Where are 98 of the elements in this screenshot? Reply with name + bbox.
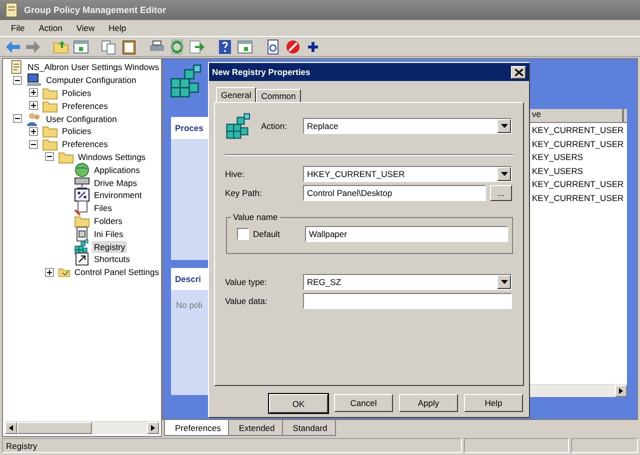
dialog-tab[interactable]: General bbox=[216, 87, 256, 102]
app-icon bbox=[4, 2, 20, 18]
key-path-field[interactable]: Control Panel\Desktop bbox=[303, 185, 486, 201]
right-arrow-icon bbox=[151, 425, 155, 431]
export-icon[interactable] bbox=[188, 38, 204, 54]
list-row[interactable]: KEY_USERS bbox=[528, 152, 627, 166]
action-dropdown[interactable]: Replace bbox=[303, 118, 512, 134]
view-tab[interactable]: Standard bbox=[282, 420, 336, 436]
scrollbar-thumb[interactable] bbox=[17, 422, 92, 434]
collapse-icon[interactable] bbox=[13, 76, 22, 85]
expand-icon[interactable] bbox=[29, 101, 38, 110]
tree-item[interactable]: Control Panel Settings bbox=[72, 266, 161, 278]
tree-item[interactable]: Preferences bbox=[60, 100, 110, 112]
folder-up-icon[interactable] bbox=[52, 38, 68, 54]
status-pane bbox=[571, 438, 638, 453]
registry-icon bbox=[225, 112, 253, 140]
tree-item[interactable]: Windows Settings bbox=[76, 150, 148, 163]
ini-file-icon bbox=[74, 226, 90, 242]
menu-item[interactable]: View bbox=[69, 23, 102, 33]
list-row[interactable]: KEY_CURRENT_USER bbox=[528, 192, 627, 207]
window-title: Group Policy Management Editor bbox=[24, 5, 166, 15]
dialog-button[interactable]: Help bbox=[464, 394, 523, 412]
list-row[interactable]: KEY_CURRENT_USER bbox=[528, 179, 627, 193]
tree-item[interactable]: Preferences bbox=[60, 138, 110, 150]
expand-icon[interactable] bbox=[45, 268, 54, 277]
shortcut-icon bbox=[74, 251, 90, 268]
computer-icon bbox=[26, 72, 42, 88]
dialog-button[interactable]: Cancel bbox=[334, 394, 393, 412]
environment-icon bbox=[74, 187, 90, 204]
list-row[interactable]: KEY_USERS bbox=[528, 166, 627, 180]
copy-icon[interactable] bbox=[100, 38, 116, 54]
help-icon[interactable] bbox=[216, 38, 232, 54]
default-checkbox[interactable] bbox=[237, 228, 249, 240]
console-tree-icon[interactable] bbox=[72, 38, 88, 54]
right-arrow-icon bbox=[619, 388, 623, 394]
tree-item[interactable]: Computer Configuration bbox=[44, 74, 138, 86]
globe-icon bbox=[74, 162, 90, 178]
tree-item[interactable]: Folders bbox=[92, 214, 124, 227]
view-tab[interactable]: Extended bbox=[228, 420, 284, 436]
group-legend: Value name bbox=[231, 212, 280, 222]
field-label: Key Path: bbox=[225, 188, 263, 198]
tree-item[interactable]: Registry bbox=[92, 240, 128, 253]
value-name-field[interactable]: Wallpaper bbox=[305, 226, 508, 242]
dialog-button[interactable]: OK bbox=[269, 394, 328, 413]
list-row[interactable]: KEY_CURRENT_USER bbox=[528, 125, 627, 139]
card-title: Descri bbox=[175, 274, 201, 284]
collapse-icon[interactable] bbox=[45, 152, 54, 162]
field-label: Value data: bbox=[225, 296, 268, 306]
hive-dropdown[interactable]: HKEY_CURRENT_USER bbox=[303, 166, 512, 182]
pane-icon[interactable] bbox=[236, 38, 252, 54]
value-type-dropdown[interactable]: REG_SZ bbox=[303, 274, 512, 290]
browse-button[interactable]: ... bbox=[490, 185, 512, 201]
tree-item[interactable]: Environment bbox=[92, 189, 144, 202]
field-label: Value type: bbox=[225, 277, 268, 287]
card-title: Proces bbox=[175, 123, 204, 133]
files-icon bbox=[74, 200, 90, 216]
dialog-title: New Registry Properties bbox=[212, 67, 310, 77]
caret-icon bbox=[500, 280, 508, 284]
status-text: Registry bbox=[2, 438, 462, 453]
expand-icon[interactable] bbox=[29, 88, 38, 98]
tree-item[interactable]: NS_Albron User Settings Windows bbox=[26, 61, 161, 74]
list-row[interactable]: KEY_CURRENT_USER bbox=[528, 138, 627, 152]
description-text: No poli bbox=[176, 300, 202, 310]
field-label: Action: bbox=[261, 121, 288, 131]
collapse-icon[interactable] bbox=[29, 140, 38, 149]
value-data-field[interactable] bbox=[303, 293, 512, 309]
view-tab[interactable]: Preferences bbox=[164, 420, 230, 436]
close-button[interactable] bbox=[511, 66, 526, 78]
menu-item[interactable]: Action bbox=[32, 23, 70, 33]
document-refresh-icon[interactable] bbox=[264, 38, 280, 54]
tree-item[interactable]: Ini Files bbox=[92, 228, 126, 240]
scroll-right-button[interactable] bbox=[615, 385, 627, 397]
menu-item[interactable]: Help bbox=[102, 23, 134, 33]
scroll-left-button[interactable] bbox=[5, 422, 17, 434]
document-icon bbox=[9, 59, 24, 76]
tree-item[interactable]: User Configuration bbox=[44, 112, 119, 125]
collapse-icon[interactable] bbox=[13, 114, 22, 124]
stop-icon[interactable] bbox=[284, 38, 300, 54]
drive-icon bbox=[74, 174, 90, 191]
paste-icon[interactable] bbox=[120, 38, 136, 54]
field-label: Hive: bbox=[225, 169, 246, 179]
tree-item[interactable]: Drive Maps bbox=[92, 176, 139, 189]
dialog-tab[interactable]: Common bbox=[256, 89, 301, 102]
tree-item[interactable]: Files bbox=[92, 202, 114, 214]
expand-icon[interactable] bbox=[29, 126, 38, 136]
tree-item[interactable]: Policies bbox=[60, 125, 94, 138]
menu-item[interactable]: File bbox=[4, 23, 32, 33]
tree-item[interactable]: Shortcuts bbox=[92, 253, 132, 266]
dialog-button[interactable]: Apply bbox=[399, 394, 458, 412]
caret-icon bbox=[500, 124, 508, 128]
users-icon bbox=[26, 110, 42, 127]
checkbox-label: Default bbox=[253, 229, 281, 239]
left-arrow-icon bbox=[9, 425, 13, 431]
tree-item[interactable]: Applications bbox=[92, 164, 142, 176]
caret-icon bbox=[500, 172, 508, 176]
tree-item[interactable]: Policies bbox=[60, 86, 94, 99]
scroll-right-button[interactable] bbox=[147, 422, 159, 434]
close-icon bbox=[514, 68, 522, 76]
